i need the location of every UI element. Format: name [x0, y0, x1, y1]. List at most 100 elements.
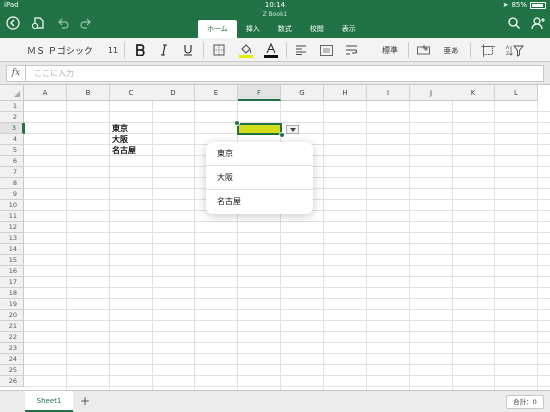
row-header[interactable]: 17	[0, 277, 24, 288]
gridline	[24, 331, 550, 332]
add-sheet-button[interactable]: +	[78, 393, 92, 409]
sort-filter-icon[interactable]: AZ	[505, 38, 525, 62]
fill-color-icon[interactable]	[238, 38, 254, 62]
app-header: iPad 10:14 ➤ 85% Z Book1 ホーム 挿入 数式 校閲 表示	[0, 0, 550, 38]
row-header[interactable]: 22	[0, 332, 24, 343]
row-header[interactable]: 5	[0, 145, 24, 156]
sheet-tab-sheet1[interactable]: Sheet1	[25, 391, 73, 412]
row-header[interactable]: 6	[0, 156, 24, 167]
select-all-corner[interactable]	[0, 85, 24, 101]
tab-home[interactable]: ホーム	[198, 20, 237, 38]
column-header[interactable]: I	[367, 85, 410, 101]
row-header[interactable]: 13	[0, 233, 24, 244]
formula-input-placeholder[interactable]: ここに入力	[34, 66, 74, 81]
column-header[interactable]: C	[110, 85, 153, 101]
formula-bar-area: fx ここに入力	[0, 62, 550, 85]
worksheet-grid[interactable]: A B C D E F G H I J K L 1 2 3 4 5 6 7 8 9 10 11 12 13 14 15 16 17 18 1…	[0, 85, 550, 390]
battery-status: ➤ 85%	[503, 0, 546, 11]
row-header[interactable]: 20	[0, 310, 24, 321]
svg-text:Z: Z	[506, 51, 509, 57]
dropdown-option[interactable]: 大阪	[206, 166, 313, 190]
ribbon-tabs: ホーム 挿入 数式 校閲 表示	[198, 20, 365, 38]
italic-button[interactable]	[157, 38, 171, 62]
gridline	[24, 122, 550, 123]
column-header[interactable]: K	[452, 85, 495, 101]
back-icon[interactable]	[5, 15, 21, 31]
font-color-icon[interactable]	[263, 38, 279, 62]
share-person-icon[interactable]	[530, 15, 546, 31]
cell-dropdown-arrow-icon[interactable]	[286, 125, 299, 134]
text-orientation-button[interactable]: 亜あ	[441, 38, 461, 62]
formula-bar[interactable]: fx ここに入力	[6, 65, 544, 82]
row-header[interactable]: 9	[0, 189, 24, 200]
ribbon-divider	[203, 42, 204, 58]
cell-style-icon[interactable]	[415, 38, 431, 62]
tab-view[interactable]: 表示	[333, 20, 365, 38]
selection-handle[interactable]	[234, 120, 240, 126]
gridline	[24, 375, 550, 376]
column-header[interactable]: E	[195, 85, 238, 101]
tab-review[interactable]: 校閲	[301, 20, 333, 38]
wrap-text-icon[interactable]	[343, 38, 359, 62]
align-icon[interactable]	[293, 38, 309, 62]
dropdown-option[interactable]: 東京	[206, 142, 313, 166]
number-format-picker[interactable]: 標準	[368, 38, 412, 62]
row-header[interactable]: 21	[0, 321, 24, 332]
selection-handle[interactable]	[279, 132, 285, 138]
cell-c3[interactable]: 東京	[112, 123, 128, 134]
function-icon[interactable]: fx	[7, 66, 26, 81]
row-header[interactable]: 16	[0, 266, 24, 277]
row-header[interactable]: 3	[0, 123, 24, 134]
row-header[interactable]: 2	[0, 112, 24, 123]
bold-button[interactable]	[133, 38, 147, 62]
row-header[interactable]: 25	[0, 365, 24, 376]
row-header[interactable]: 10	[0, 200, 24, 211]
row-header[interactable]: 18	[0, 288, 24, 299]
row-header[interactable]: 11	[0, 211, 24, 222]
battery-icon	[530, 2, 546, 9]
row-header[interactable]: 23	[0, 343, 24, 354]
font-size-picker[interactable]: 11	[105, 38, 121, 62]
status-summary[interactable]: 合計：0	[506, 395, 544, 409]
tab-formulas[interactable]: 数式	[269, 20, 301, 38]
row-header[interactable]: 4	[0, 134, 24, 145]
insert-delete-cells-icon[interactable]	[480, 38, 496, 62]
row-header[interactable]: 1	[0, 101, 24, 112]
battery-percent: 85%	[511, 1, 527, 9]
row-header[interactable]: 7	[0, 167, 24, 178]
cell-c4[interactable]: 大阪	[112, 134, 128, 145]
selected-cell-f3[interactable]	[237, 123, 282, 135]
cell-c5[interactable]: 名古屋	[112, 145, 136, 156]
underline-button[interactable]	[181, 38, 195, 62]
file-icon[interactable]	[30, 15, 46, 31]
ribbon-divider	[124, 42, 125, 58]
gridline	[24, 111, 550, 112]
gridline	[24, 353, 550, 354]
redo-icon[interactable]	[78, 15, 94, 31]
undo-icon[interactable]	[55, 15, 71, 31]
row-header[interactable]: 24	[0, 354, 24, 365]
dropdown-option[interactable]: 名古屋	[206, 190, 313, 214]
column-header[interactable]: A	[24, 85, 67, 101]
location-icon: ➤	[502, 1, 509, 9]
column-header[interactable]: B	[67, 85, 110, 101]
row-header[interactable]: 12	[0, 222, 24, 233]
row-header[interactable]: 26	[0, 376, 24, 387]
column-header[interactable]: J	[410, 85, 453, 101]
gridline	[24, 232, 550, 233]
row-header[interactable]: 19	[0, 299, 24, 310]
column-header[interactable]: H	[324, 85, 367, 101]
column-header[interactable]: F	[238, 85, 281, 101]
gridline	[24, 320, 550, 321]
row-header[interactable]: 8	[0, 178, 24, 189]
column-header[interactable]: G	[281, 85, 324, 101]
row-header[interactable]: 15	[0, 255, 24, 266]
tab-insert[interactable]: 挿入	[237, 20, 269, 38]
column-header[interactable]: L	[495, 85, 538, 101]
row-cursor-marker	[24, 123, 25, 134]
column-header[interactable]: D	[152, 85, 195, 101]
borders-icon[interactable]	[211, 38, 227, 62]
search-icon[interactable]	[506, 15, 522, 31]
row-header[interactable]: 14	[0, 244, 24, 255]
merge-cells-icon[interactable]	[318, 38, 334, 62]
